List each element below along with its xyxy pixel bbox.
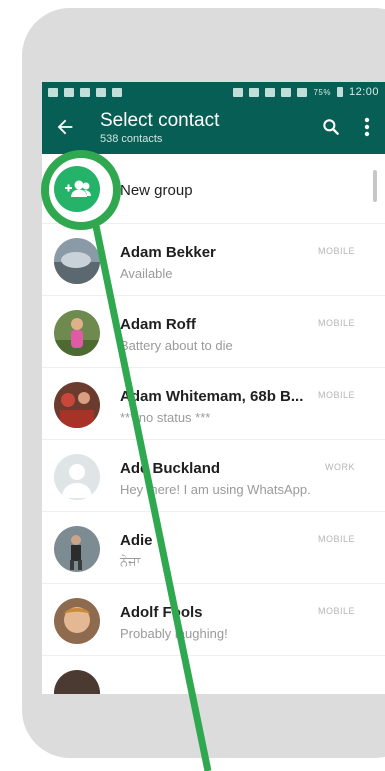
contact-name: Ade Buckland (120, 460, 221, 477)
contact-name: Adie (120, 532, 153, 549)
tutorial-stage: 75% 12:00 Select contact 538 contacts Ne… (0, 0, 385, 771)
contact-name: Adolf Fools (120, 604, 203, 621)
notification-icon (96, 87, 106, 97)
bluetooth-icon (233, 87, 244, 97)
contact-status: Battery about to die (120, 338, 233, 353)
mail-icon (80, 87, 90, 97)
notification-icon (48, 87, 58, 97)
contact-name: Adam Bekker (120, 244, 216, 261)
status-bar: 75% 12:00 (42, 82, 385, 102)
page-title: Select contact (100, 110, 220, 131)
title-block: Select contact 538 contacts (100, 110, 219, 146)
search-icon[interactable] (321, 117, 341, 137)
new-group-label: New group (120, 182, 193, 199)
avatar (54, 310, 100, 356)
arrow-left-icon[interactable] (54, 116, 76, 138)
contact-name: Adam Whitemam, 68b B... (120, 388, 304, 405)
contact-row[interactable]: Adie ਨੇਜਾ MOBILE (42, 512, 385, 584)
contact-status: Probably laughing! (120, 626, 228, 641)
phone-type-label: MOBILE (317, 534, 355, 544)
battery-icon (336, 87, 343, 97)
avatar (54, 670, 100, 694)
scrollbar-thumb[interactable] (373, 170, 377, 202)
notification-icons (48, 87, 122, 97)
default-avatar (54, 454, 100, 500)
phone-type-label: MOBILE (317, 318, 355, 328)
contact-name: Adam Roff (120, 316, 196, 333)
contact-row[interactable]: Adam Whitemam, 68b B... *** no status **… (42, 368, 385, 440)
alarm-icon (265, 87, 276, 97)
contact-row[interactable]: Adam Roff Battery about to die MOBILE (42, 296, 385, 368)
contact-status: Hey there! I am using WhatsApp. (120, 482, 311, 497)
avatar (54, 598, 100, 644)
wifi-icon (281, 87, 292, 97)
contact-status: Available (120, 266, 173, 281)
avatar (54, 238, 100, 284)
more-vert-icon[interactable] (363, 116, 371, 138)
contact-row[interactable]: Ade Buckland Hey there! I am using Whats… (42, 440, 385, 512)
phone-type-label: WORK (325, 462, 355, 472)
person-icon (62, 464, 92, 498)
avatar (54, 382, 100, 428)
signal-icon (297, 87, 308, 97)
phone-type-label: MOBILE (317, 606, 355, 616)
avatar (54, 526, 100, 572)
battery-percent: 75% (313, 87, 331, 97)
phone-type-label: MOBILE (317, 246, 355, 256)
contact-row[interactable]: Adam Bekker Available MOBILE (42, 224, 385, 296)
contact-count: 538 contacts (100, 133, 163, 145)
app-toolbar: Select contact 538 contacts (42, 102, 385, 154)
image-icon (112, 87, 122, 97)
phone-type-label: MOBILE (317, 390, 355, 400)
system-icons: 75% 12:00 (233, 86, 379, 98)
highlight-circle (41, 150, 121, 230)
contact-row[interactable]: Adolf Fools Probably laughing! MOBILE (42, 584, 385, 656)
notification-icon (64, 87, 74, 97)
contact-list: New group Adam Bekker Available MOBILE A… (42, 154, 385, 694)
clock: 12:00 (348, 86, 379, 98)
contact-status: ਨੇਜਾ (120, 554, 141, 569)
contact-row[interactable] (42, 656, 385, 694)
nfc-icon (249, 87, 260, 97)
contact-status: *** no status *** (120, 410, 211, 425)
